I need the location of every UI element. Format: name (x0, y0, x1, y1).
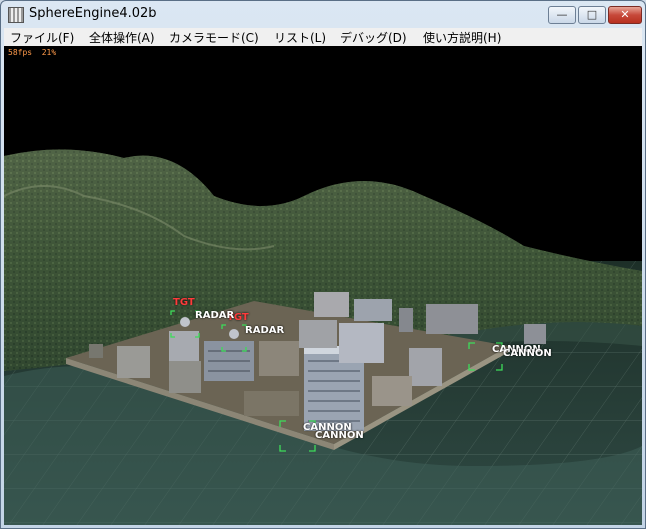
fps-value: 58fps (8, 48, 33, 57)
menu-global-ops[interactable]: 全体操作(A) (89, 29, 155, 46)
target-label: TGT (173, 297, 195, 308)
3d-viewport[interactable]: 58fps 21% TGT TGT RADAR RADAR CANNON CAN… (4, 46, 642, 525)
radar-dome (229, 329, 239, 339)
maximize-button[interactable]: □ (578, 6, 606, 24)
menu-list[interactable]: リスト(L) (274, 29, 326, 46)
menu-help[interactable]: 使い方説明(H) (423, 29, 501, 46)
window-title: SphereEngine4.02b (29, 6, 157, 21)
cannon-label: CANNON (503, 348, 552, 359)
radar-label: RADAR (245, 325, 285, 336)
app-icon (8, 7, 24, 23)
radar-label: RADAR (195, 310, 235, 321)
menu-file[interactable]: ファイル(F) (10, 29, 74, 46)
load-value: 21% (41, 48, 57, 57)
scene-render (4, 149, 642, 525)
menu-debug[interactable]: デバッグ(D) (340, 29, 407, 46)
menu-bar: ファイル(F) 全体操作(A) カメラモード(C) リスト(L) デバッグ(D)… (4, 28, 642, 47)
cannon-label: CANNON (315, 430, 364, 441)
app-window: SphereEngine4.02b — □ ✕ ファイル(F) 全体操作(A) … (0, 0, 646, 529)
minimize-button[interactable]: — (548, 6, 576, 24)
close-button[interactable]: ✕ (608, 6, 642, 24)
title-bar[interactable]: SphereEngine4.02b — □ ✕ (1, 1, 645, 28)
menu-camera-mode[interactable]: カメラモード(C) (169, 29, 259, 46)
radar-dome (180, 317, 190, 327)
fps-counter: 58fps 21% (8, 48, 56, 57)
